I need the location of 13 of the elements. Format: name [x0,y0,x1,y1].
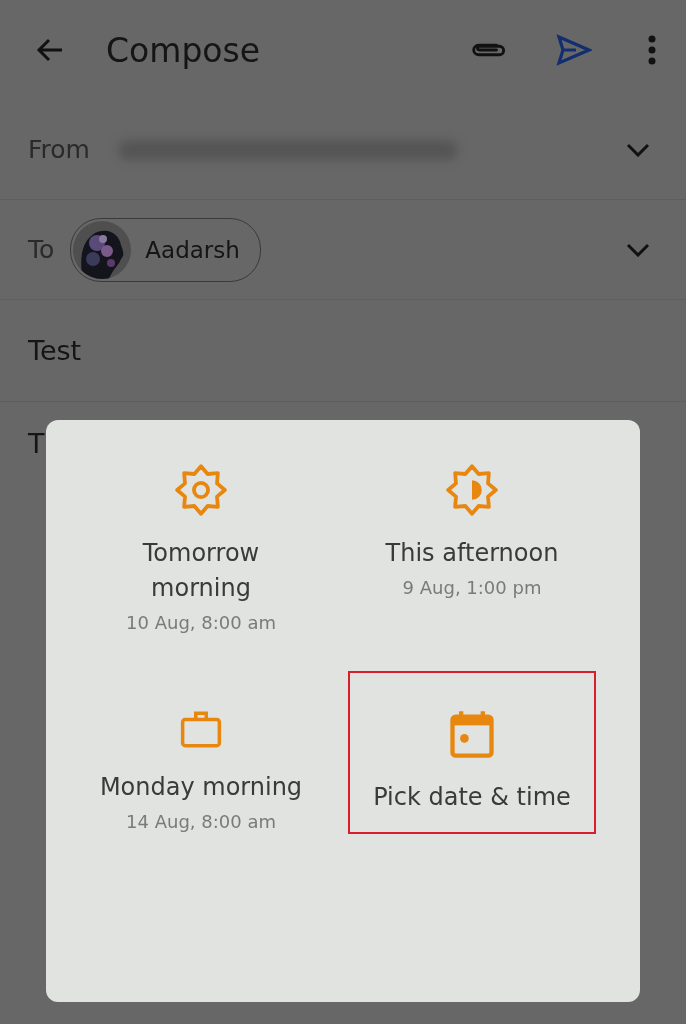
schedule-option[interactable]: Pick date & time [348,671,596,834]
to-label: To [28,235,55,264]
more-icon[interactable] [648,35,656,65]
chevron-down-icon[interactable] [626,142,650,157]
sun-icon [175,464,227,516]
schedule-option[interactable]: This afternoon 9 Aug, 1:00 pm [348,427,596,671]
chevron-down-icon[interactable] [626,242,650,257]
send-icon[interactable] [556,34,592,66]
schedule-option[interactable]: Tomorrow morning 10 Aug, 8:00 am [54,427,348,671]
half-sun-icon [446,464,498,516]
schedule-option[interactable]: Monday morning 14 Aug, 8:00 am [54,671,348,834]
screen-title: Compose [106,30,261,70]
from-label: From [28,135,90,164]
